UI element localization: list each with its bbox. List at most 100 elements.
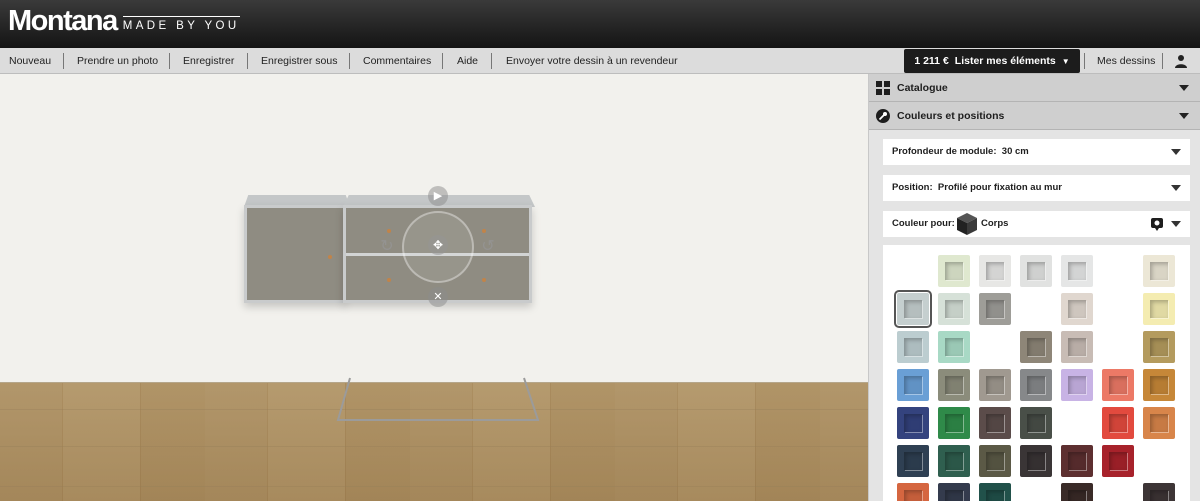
menu-send-to-dealer[interactable]: Envoyer votre dessin à un revendeur: [506, 48, 678, 74]
grid-icon: [876, 81, 890, 95]
move-icon[interactable]: ✥: [428, 235, 448, 255]
catalogue-section-header[interactable]: Catalogue: [869, 74, 1200, 102]
color-swatch[interactable]: [894, 290, 932, 328]
chevron-down-icon: [1171, 221, 1181, 227]
menu-take-photo[interactable]: Prendre un photo: [77, 48, 158, 74]
module-depth-dropdown[interactable]: Profondeur de module: 30 cm: [883, 139, 1190, 165]
chevron-down-icon: [1179, 85, 1189, 91]
color-swatch[interactable]: [938, 407, 970, 439]
color-swatch[interactable]: [1143, 369, 1175, 401]
play-icon[interactable]: ▶: [428, 186, 448, 206]
map-pin-icon[interactable]: [1150, 217, 1164, 231]
menu-divider: [442, 53, 443, 69]
color-swatch[interactable]: [1102, 407, 1134, 439]
chevron-down-icon: [1171, 185, 1181, 191]
color-swatch[interactable]: [938, 331, 970, 363]
color-swatch[interactable]: [1061, 369, 1093, 401]
menu-new[interactable]: Nouveau: [9, 48, 51, 74]
drawer-knob: [387, 278, 391, 282]
logo-word: Montana: [8, 5, 118, 37]
rotate-left-icon[interactable]: ↻: [378, 238, 396, 256]
color-swatch[interactable]: [1143, 255, 1175, 287]
color-swatch[interactable]: [1102, 369, 1134, 401]
color-swatch[interactable]: [1061, 293, 1093, 325]
rotate-right-icon[interactable]: ↺: [479, 238, 497, 256]
color-swatch[interactable]: [1061, 445, 1093, 477]
color-swatch[interactable]: [1020, 407, 1052, 439]
close-icon[interactable]: ✕: [428, 287, 448, 307]
menu-divider: [63, 53, 64, 69]
color-swatch[interactable]: [979, 369, 1011, 401]
menu-my-designs[interactable]: Mes dessins: [1097, 48, 1155, 74]
color-swatch[interactable]: [938, 483, 970, 501]
menu-bar: Nouveau Prendre un photo Enregistrer Enr…: [0, 48, 1200, 74]
3d-viewport[interactable]: ✥ ▶ ✕ ↻ ↺: [0, 74, 868, 501]
menu-divider: [1084, 53, 1085, 69]
user-icon[interactable]: [1174, 54, 1188, 68]
color-swatch[interactable]: [979, 445, 1011, 477]
color-swatch[interactable]: [897, 369, 929, 401]
color-swatch[interactable]: [897, 407, 929, 439]
chevron-down-icon: [1179, 113, 1189, 119]
color-for-label: Couleur pour:: [892, 218, 955, 229]
color-swatch[interactable]: [979, 293, 1011, 325]
color-swatch[interactable]: [1061, 331, 1093, 363]
module-depth-value: 30 cm: [1001, 146, 1029, 157]
mount-stand: [336, 377, 540, 421]
colors-positions-section-header[interactable]: Couleurs et positions: [869, 102, 1200, 130]
menu-divider: [169, 53, 170, 69]
total-price: 1 211 €: [914, 55, 949, 67]
cube-icon: [957, 213, 977, 235]
menu-divider: [1162, 53, 1163, 69]
side-panel: Catalogue Couleurs et positions Profonde…: [868, 74, 1200, 501]
color-swatch[interactable]: [1020, 255, 1052, 287]
color-swatch-grid: [883, 245, 1190, 501]
color-swatch[interactable]: [1143, 407, 1175, 439]
position-dropdown[interactable]: Position: Profilé pour fixation au mur: [883, 175, 1190, 201]
module-depth-label: Profondeur de module:: [892, 146, 997, 157]
menu-divider: [247, 53, 248, 69]
color-swatch[interactable]: [1020, 369, 1052, 401]
color-swatch[interactable]: [938, 255, 970, 287]
app-header: Montana MADE BY YOU: [0, 0, 1200, 48]
montana-logo[interactable]: Montana MADE BY YOU: [8, 6, 240, 36]
drawer-knob: [482, 278, 486, 282]
color-swatch[interactable]: [1020, 445, 1052, 477]
cabinet-left[interactable]: [244, 205, 346, 303]
color-swatch[interactable]: [979, 483, 1011, 501]
list-elements-label: Lister mes éléments: [954, 55, 1056, 67]
floor-board-seam: [0, 486, 868, 487]
wrench-icon: [876, 109, 890, 123]
chevron-down-icon: [1171, 149, 1181, 155]
color-swatch[interactable]: [897, 331, 929, 363]
color-swatch[interactable]: [1143, 483, 1175, 501]
color-swatch[interactable]: [979, 407, 1011, 439]
menu-divider: [491, 53, 492, 69]
color-swatch[interactable]: [979, 255, 1011, 287]
cabinet-knob: [328, 255, 332, 259]
color-swatch[interactable]: [938, 369, 970, 401]
color-swatch[interactable]: [897, 483, 929, 501]
color-swatch[interactable]: [1061, 255, 1093, 287]
color-for-dropdown[interactable]: Couleur pour: Corps: [883, 211, 1190, 237]
menu-save-as[interactable]: Enregistrer sous: [261, 48, 337, 74]
menu-comments[interactable]: Commentaires: [363, 48, 431, 74]
color-swatch[interactable]: [1143, 331, 1175, 363]
color-swatch[interactable]: [1020, 331, 1052, 363]
position-value: Profilé pour fixation au mur: [937, 182, 1062, 193]
color-swatch[interactable]: [1102, 445, 1134, 477]
list-elements-button[interactable]: 1 211 € Lister mes éléments ▼: [904, 49, 1080, 73]
menu-help[interactable]: Aide: [457, 48, 478, 74]
colors-positions-label: Couleurs et positions: [897, 110, 1005, 122]
color-for-value: Corps: [981, 218, 1009, 229]
color-swatch[interactable]: [938, 445, 970, 477]
color-swatch[interactable]: [938, 293, 970, 325]
floor-board-seam: [0, 446, 868, 447]
logo-tagline: MADE BY YOU: [122, 16, 240, 32]
color-swatch[interactable]: [1143, 293, 1175, 325]
chevron-down-icon: ▼: [1061, 57, 1070, 66]
color-swatch[interactable]: [1061, 483, 1093, 501]
color-swatch[interactable]: [897, 445, 929, 477]
drawer-knob: [387, 229, 391, 233]
menu-save[interactable]: Enregistrer: [183, 48, 234, 74]
